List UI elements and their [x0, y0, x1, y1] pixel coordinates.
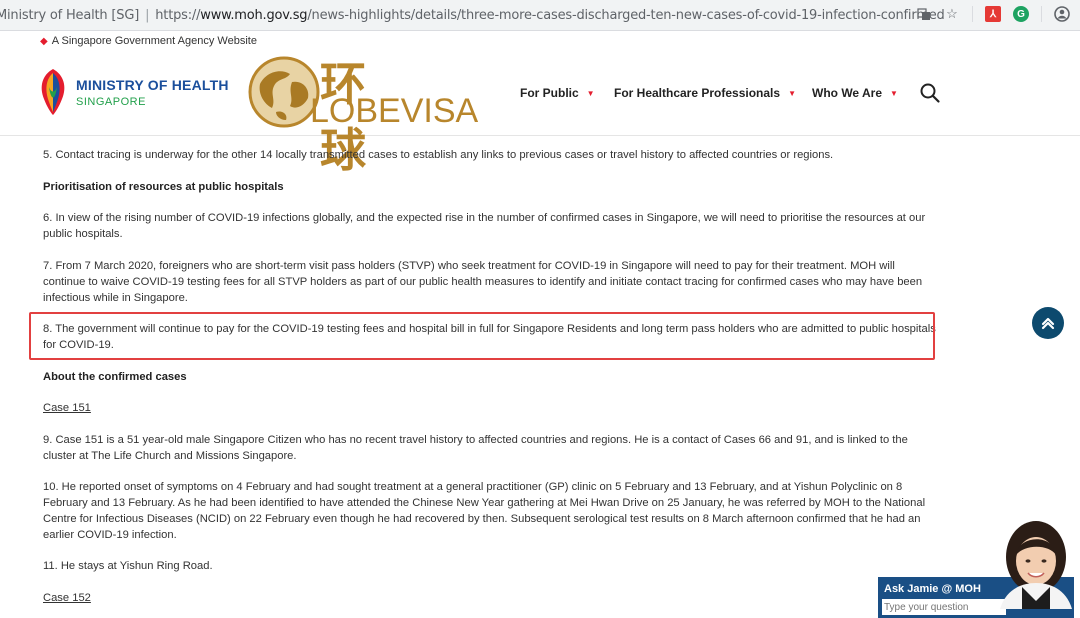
globevisa-watermark: 环 球 LOBEVISA	[246, 50, 479, 177]
nav-label: For Public	[520, 86, 579, 100]
account-icon[interactable]	[1054, 6, 1070, 22]
site-header: MINISTRY OF HEALTH SINGAPORE 环 球 LOBEVIS…	[0, 50, 1080, 177]
paragraph-5: 5. Contact tracing is underway for the o…	[43, 149, 834, 161]
assistant-avatar[interactable]	[992, 517, 1076, 609]
case-151-link-wrap: Case 151	[43, 400, 936, 416]
heading-prioritisation: Prioritisation of resources at public ho…	[43, 181, 284, 193]
star-icon[interactable]: ☆	[944, 6, 960, 22]
highlight-annotation-box	[29, 312, 935, 360]
gov-banner: ◆ A Singapore Government Agency Website	[0, 31, 1080, 51]
chat-title: Ask Jamie @ MOH	[884, 583, 981, 595]
main-nav: For Public ▼	[520, 51, 595, 135]
watermark-english-text: LOBEVISA	[310, 92, 479, 130]
browser-address-bar[interactable]: Ministry of Health [SG] | https://www.moh.…	[0, 0, 1080, 31]
toolbar-divider	[1041, 6, 1042, 22]
paragraph-10: 10. He reported onset of symptoms on 4 F…	[43, 481, 926, 541]
nav-label: For Healthcare Professionals	[614, 86, 781, 100]
paragraph-6: 6. In view of the rising number of COVID…	[43, 212, 926, 240]
caret-down-icon: ▼	[788, 88, 796, 98]
nav-for-public[interactable]: For Public ▼	[520, 86, 595, 100]
back-to-top-button[interactable]	[1032, 307, 1064, 339]
nav-label: Who We Are	[812, 86, 883, 100]
gov-banner-text: A Singapore Government Agency Website	[51, 35, 257, 47]
paragraph-7: 7. From 7 March 2020, foreigners who are…	[43, 260, 923, 304]
url-scheme: https://	[155, 7, 201, 23]
moh-title: MINISTRY OF HEALTH	[76, 77, 229, 93]
toolbar-divider	[972, 6, 973, 22]
main-nav: Who We Are ▼	[812, 51, 898, 135]
nav-for-healthcare-professionals[interactable]: For Healthcare Professionals ▼	[614, 86, 796, 100]
case-152-link[interactable]: Case 152	[43, 592, 91, 604]
main-nav: For Healthcare Professionals ▼	[614, 51, 796, 135]
chat-question-input[interactable]	[882, 599, 1006, 615]
grammarly-icon[interactable]: G	[1013, 6, 1029, 22]
paragraph-11: 11. He stays at Yishun Ring Road.	[43, 560, 213, 572]
paragraph-9: 9. Case 151 is a 51 year-old male Singap…	[43, 434, 908, 462]
url-path: /news-highlights/details/three-more-case…	[307, 7, 945, 23]
case-151-link[interactable]: Case 151	[43, 402, 91, 414]
address-text[interactable]: Ministry of Health [SG] | https://www.moh.…	[0, 8, 945, 23]
nav-who-we-are[interactable]: Who We Are ▼	[812, 86, 898, 100]
heading-about-cases: About the confirmed cases	[43, 371, 187, 383]
tab-title: Ministry of Health [SG]	[0, 7, 140, 23]
caret-down-icon: ▼	[586, 88, 595, 98]
moh-logo-icon[interactable]	[36, 67, 70, 117]
case-152-link-wrap: Case 152	[43, 590, 936, 606]
url-host: www.moh.gov.sg	[200, 7, 308, 23]
double-chevron-up-icon	[1041, 317, 1055, 330]
pdf-extension-icon[interactable]: ⅄	[985, 6, 1001, 22]
search-icon[interactable]	[919, 82, 941, 104]
caret-down-icon: ▼	[890, 88, 898, 98]
translate-icon[interactable]	[916, 6, 932, 22]
lion-head-icon: ◆	[40, 35, 48, 47]
moh-subtitle: SINGAPORE	[76, 96, 146, 108]
